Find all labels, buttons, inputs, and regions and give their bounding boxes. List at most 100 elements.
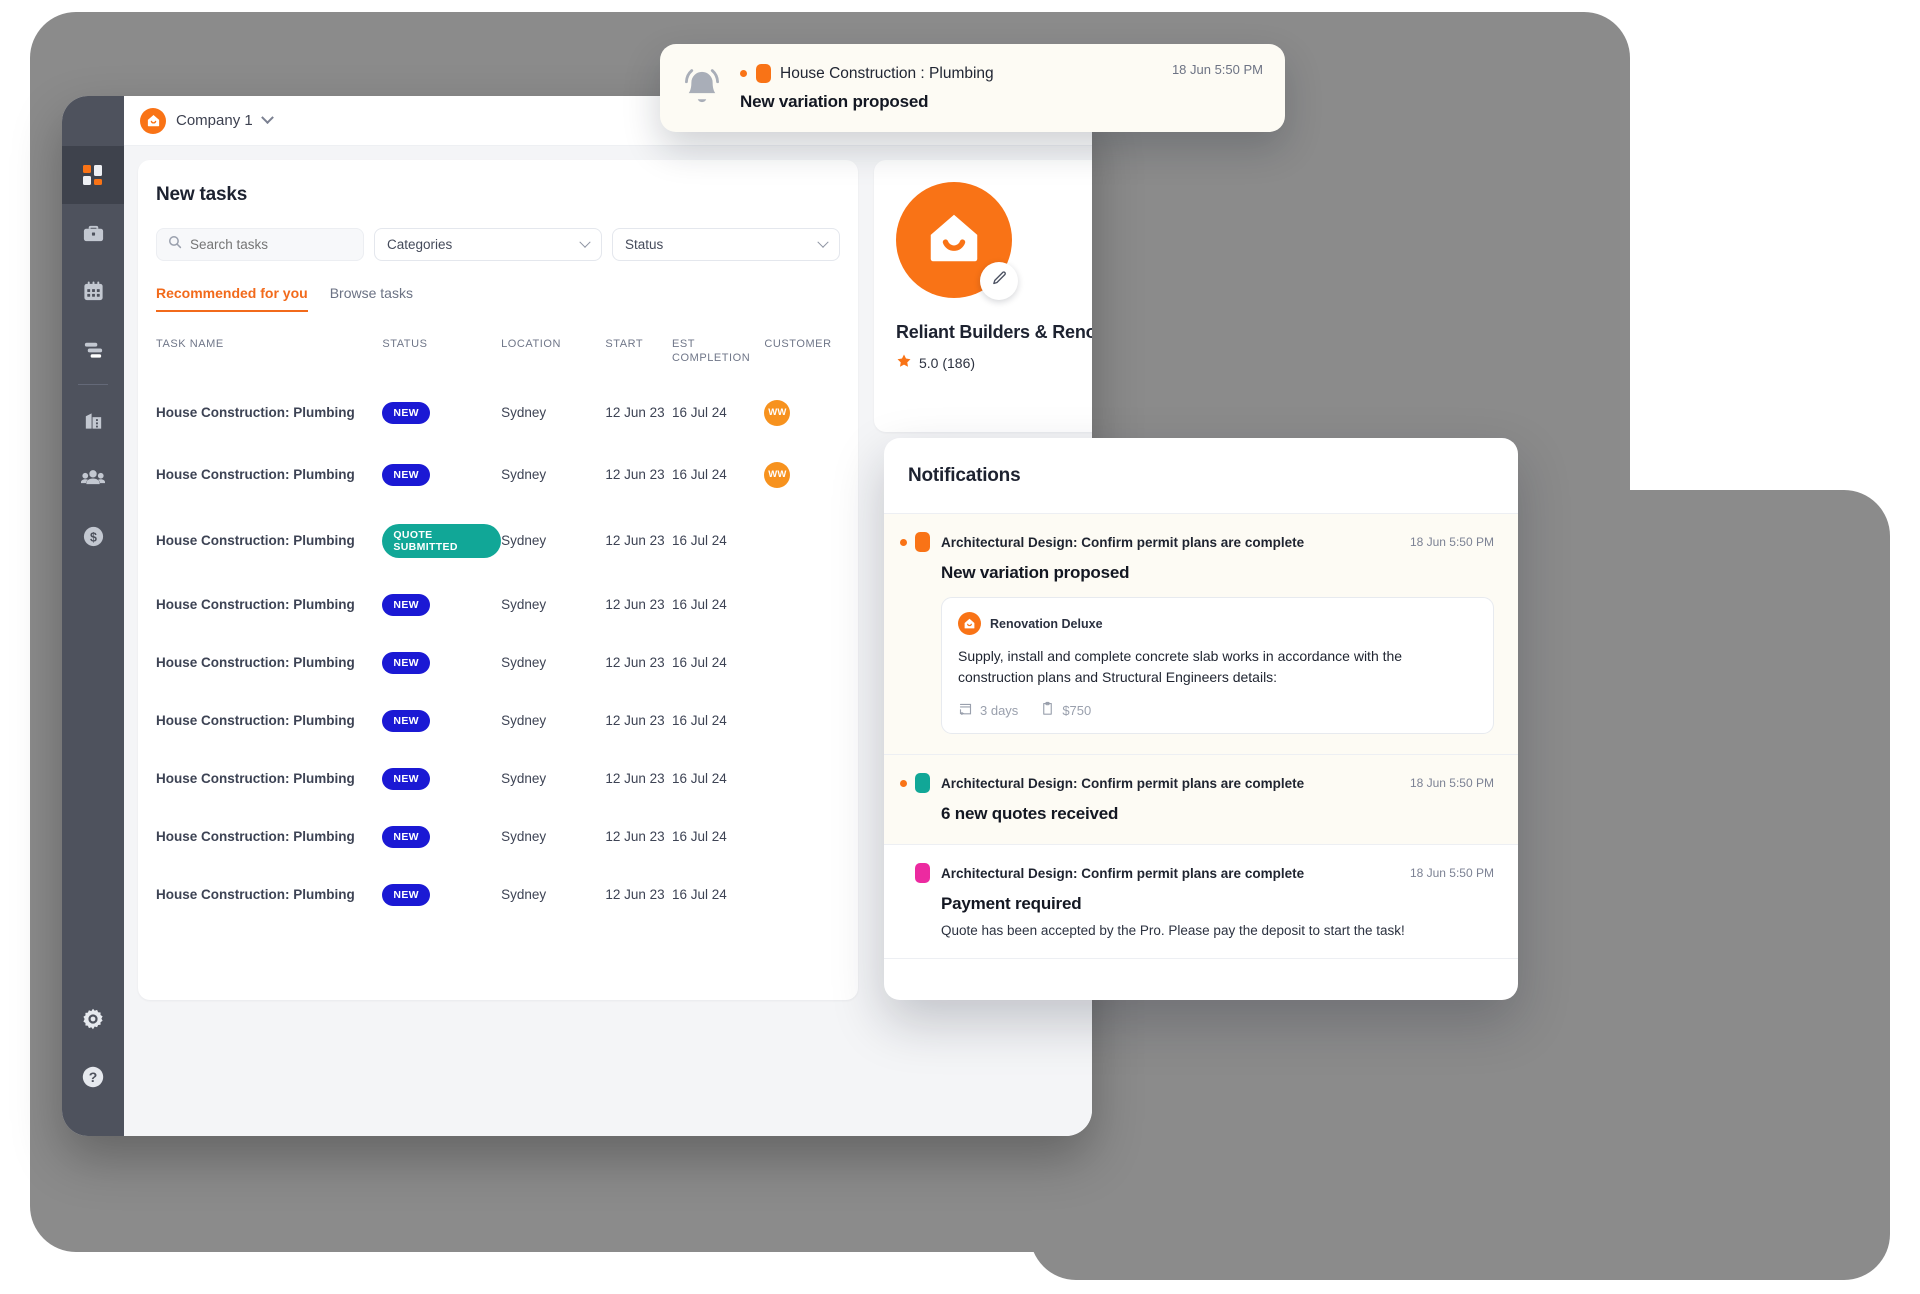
notification-timestamp: 18 Jun 5:50 PM bbox=[1409, 866, 1494, 880]
tab-browse[interactable]: Browse tasks bbox=[330, 285, 413, 312]
table-row[interactable]: House Construction: Plumbing NEW Sydney 12 … bbox=[156, 382, 840, 444]
cell-status: NEW bbox=[382, 750, 501, 808]
status-badge: NEW bbox=[382, 883, 430, 906]
notification-item[interactable]: Architectural Design: Confirm permit pla… bbox=[884, 514, 1518, 755]
cell-status: NEW bbox=[382, 576, 501, 634]
sidebar-item-calendar[interactable] bbox=[62, 262, 124, 320]
status-badge: NEW bbox=[382, 593, 430, 616]
cell-customer bbox=[764, 808, 840, 866]
sidebar-item-jobs[interactable] bbox=[62, 204, 124, 262]
quote-duration: 3 days bbox=[958, 701, 1018, 719]
sidebar-item-settings[interactable] bbox=[62, 990, 124, 1048]
quote-duration-value: 3 days bbox=[980, 702, 1019, 718]
notifications-header: Notifications bbox=[884, 438, 1518, 514]
cell-customer bbox=[764, 692, 840, 750]
notification-item[interactable]: Architectural Design: Confirm permit pla… bbox=[884, 755, 1518, 845]
cell-task-name: House Construction: Plumbing bbox=[156, 405, 355, 420]
sidebar-item-dashboard[interactable] bbox=[62, 146, 124, 204]
notification-title: 6 new quotes received bbox=[941, 804, 1119, 823]
sidebar-item-company[interactable] bbox=[62, 391, 124, 449]
col-location: LOCATION bbox=[501, 338, 561, 350]
cell-est-completion: 16 Jul 24 bbox=[672, 713, 727, 728]
svg-text:$: $ bbox=[90, 530, 97, 544]
notification-item[interactable]: Architectural Design: Confirm permit pla… bbox=[884, 845, 1518, 959]
calendar-icon bbox=[82, 280, 105, 303]
table-row[interactable]: House Construction: Plumbing NEW Sydney 12 … bbox=[156, 634, 840, 692]
cell-location: Sydney bbox=[501, 655, 547, 670]
cell-location: Sydney bbox=[501, 533, 547, 548]
notification-source: Architectural Design: Confirm permit pla… bbox=[941, 775, 1305, 791]
cell-customer bbox=[764, 866, 840, 924]
table-row[interactable]: House Construction: Plumbing NEW Sydney 12 … bbox=[156, 866, 840, 924]
cell-est-completion: 16 Jul 24 bbox=[672, 887, 727, 902]
toast-timestamp: 18 Jun 5:50 PM bbox=[1171, 62, 1263, 77]
cell-status: QUOTE SUBMITTED bbox=[382, 506, 502, 576]
list-icon bbox=[82, 338, 105, 361]
col-est-completion: EST COMPLETION bbox=[672, 338, 751, 364]
category-chip-icon bbox=[915, 532, 930, 552]
avatar: WW bbox=[764, 461, 791, 488]
table-row[interactable]: House Construction: Plumbing NEW Sydney 12 … bbox=[156, 576, 840, 634]
quote-card[interactable]: Renovation Deluxe Supply, install and com… bbox=[941, 597, 1494, 734]
status-select[interactable]: Status bbox=[612, 228, 840, 261]
category-chip-icon bbox=[756, 64, 771, 83]
search-input[interactable] bbox=[156, 228, 364, 261]
cell-location: Sydney bbox=[501, 771, 547, 786]
table-row[interactable]: House Construction: Plumbing QUOTE SUBMIT… bbox=[156, 506, 840, 576]
cell-status: NEW bbox=[382, 634, 501, 692]
col-status: STATUS bbox=[382, 338, 428, 350]
table-row[interactable]: House Construction: Plumbing NEW Sydney 12 … bbox=[156, 444, 840, 506]
cell-location: Sydney bbox=[501, 713, 547, 728]
cell-customer bbox=[764, 750, 840, 808]
col-customer: CUSTOMER bbox=[764, 338, 832, 350]
cell-start: 12 Jun 23 bbox=[605, 533, 665, 548]
cell-customer: WW bbox=[764, 382, 840, 444]
status-badge: NEW bbox=[382, 651, 430, 674]
notifications-panel: Notifications Architectural Design: Conf… bbox=[884, 438, 1518, 1000]
house-icon bbox=[140, 107, 166, 134]
sidebar-item-payments[interactable]: $ bbox=[62, 507, 124, 565]
cell-customer bbox=[764, 634, 840, 692]
cell-est-completion: 16 Jul 24 bbox=[672, 533, 727, 548]
cell-start: 12 Jun 23 bbox=[605, 713, 665, 728]
tabs: Recommended for you Browse tasks bbox=[156, 285, 840, 312]
cell-location: Sydney bbox=[501, 829, 547, 844]
sidebar-item-help[interactable]: ? bbox=[62, 1048, 124, 1106]
table-row[interactable]: House Construction: Plumbing NEW Sydney 12 … bbox=[156, 750, 840, 808]
cell-status: NEW bbox=[382, 444, 501, 506]
cell-status: NEW bbox=[382, 382, 501, 444]
toast-notification[interactable]: House Construction : Plumbing New variat… bbox=[660, 44, 1285, 132]
search-field[interactable] bbox=[190, 237, 352, 252]
table-row[interactable]: House Construction: Plumbing NEW Sydney 12 … bbox=[156, 692, 840, 750]
cell-start: 12 Jun 23 bbox=[605, 597, 665, 612]
tasks-table: TASK NAME STATUS LOCATION START EST COMPL… bbox=[156, 332, 840, 924]
notification-meta: Architectural Design: Confirm permit pla… bbox=[900, 532, 1494, 552]
cell-est-completion: 16 Jul 24 bbox=[672, 771, 727, 786]
quote-price: $750 bbox=[1040, 701, 1091, 719]
cell-location: Sydney bbox=[501, 887, 547, 902]
toast-body: House Construction : Plumbing New variat… bbox=[740, 64, 1172, 112]
sidebar-item-team[interactable] bbox=[62, 449, 124, 507]
unread-dot-icon bbox=[740, 70, 747, 77]
company-switcher[interactable]: Company 1 bbox=[140, 107, 274, 134]
categories-select[interactable]: Categories bbox=[374, 228, 602, 261]
cell-est-completion: 16 Jul 24 bbox=[672, 405, 727, 420]
tab-recommended[interactable]: Recommended for you bbox=[156, 285, 308, 312]
cell-task-name: House Construction: Plumbing bbox=[156, 655, 355, 670]
cell-start: 12 Jun 23 bbox=[605, 655, 665, 670]
unread-dot-icon bbox=[900, 538, 907, 546]
table-row[interactable]: House Construction: Plumbing NEW Sydney 12 … bbox=[156, 808, 840, 866]
search-icon bbox=[168, 235, 182, 254]
cell-est-completion: 16 Jul 24 bbox=[672, 655, 727, 670]
people-icon bbox=[81, 466, 105, 490]
cell-location: Sydney bbox=[501, 467, 547, 482]
grid-icon bbox=[82, 164, 104, 186]
profile-avatar-wrap bbox=[896, 182, 1018, 300]
chevron-down-icon bbox=[817, 236, 829, 248]
profile-name: Reliant Builders & Renovators bbox=[896, 322, 1092, 342]
edit-avatar-button[interactable] bbox=[980, 262, 1018, 300]
cell-start: 12 Jun 23 bbox=[605, 829, 665, 844]
sidebar-item-tasks[interactable] bbox=[62, 320, 124, 378]
col-task-name: TASK NAME bbox=[156, 338, 224, 350]
status-select-label: Status bbox=[625, 237, 664, 252]
